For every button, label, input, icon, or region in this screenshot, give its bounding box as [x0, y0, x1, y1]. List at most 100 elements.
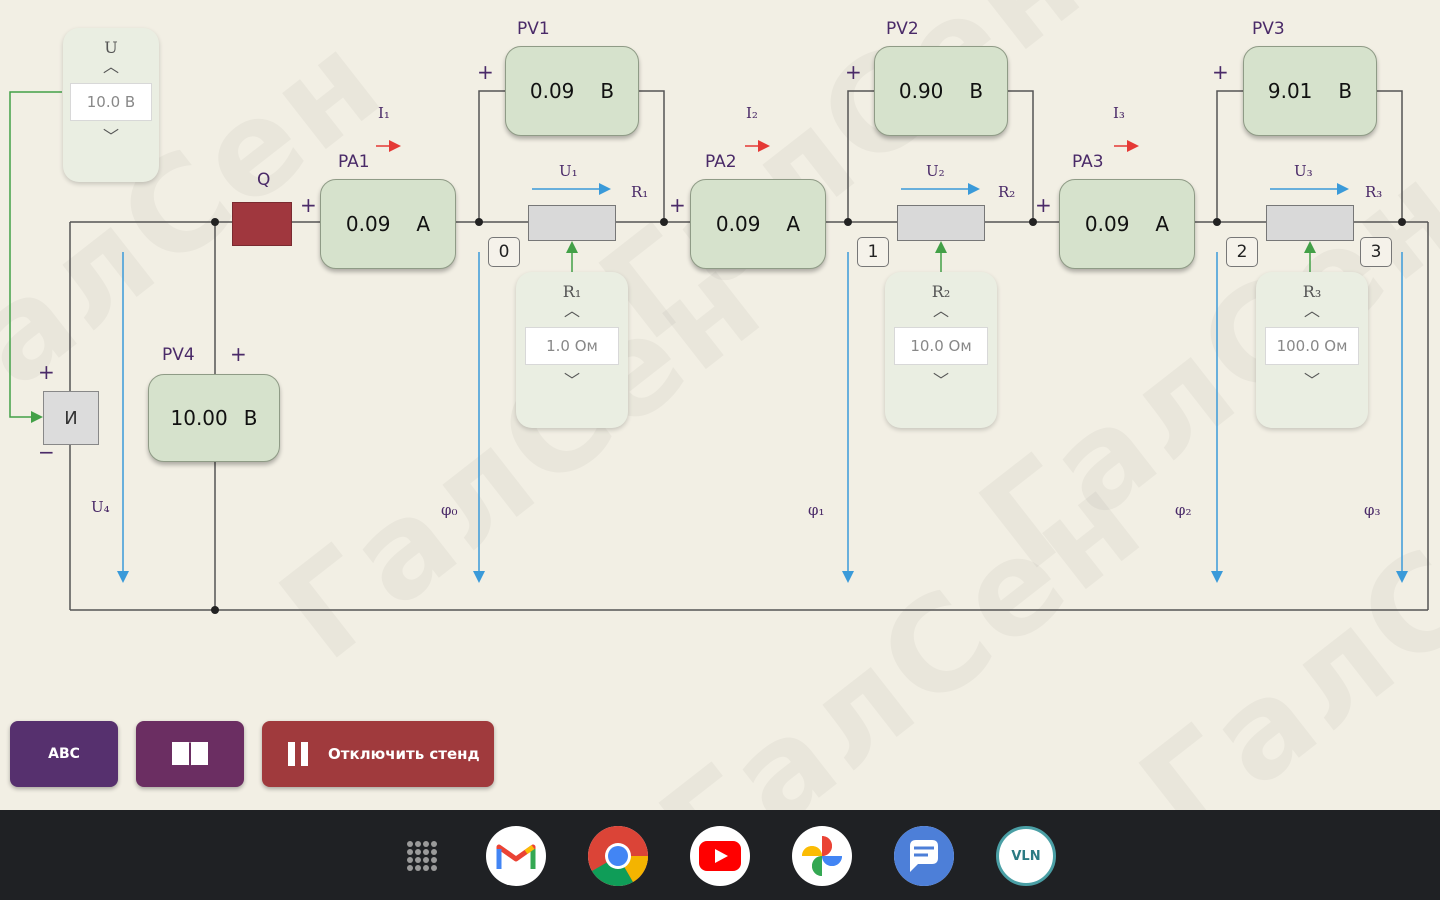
- resistor-r2-label: R₂: [998, 183, 1016, 201]
- resistor-r2: [897, 205, 985, 241]
- ammeter-pa1: 0.09 А: [320, 179, 456, 269]
- r2-control-title: R₂: [931, 282, 951, 301]
- pa2-label: PA2: [705, 152, 737, 172]
- r1-value[interactable]: 1.0 Ом: [525, 327, 619, 365]
- disconnect-stand-label: Отключить стенд: [328, 745, 480, 763]
- resistor-r3: [1266, 205, 1354, 241]
- potential-phi0-label: φ₀: [441, 501, 458, 519]
- r2-value[interactable]: 10.0 Ом: [894, 327, 988, 365]
- vln-app[interactable]: VLN: [996, 826, 1056, 886]
- photos-app[interactable]: [792, 826, 852, 886]
- voltage-u1-label: U₁: [559, 162, 578, 180]
- pv4-label: PV4: [162, 345, 195, 365]
- voltmeter-pv2: 0.90 В: [874, 46, 1008, 136]
- potential-phi1-label: φ₁: [808, 501, 825, 519]
- r1-control-title: R₁: [562, 282, 582, 301]
- source-voltage-value[interactable]: 10.0 В: [70, 83, 152, 121]
- pa3-label: PA3: [1072, 152, 1104, 172]
- pv3-plus-sign: +: [1212, 60, 1229, 84]
- chevron-down-icon[interactable]: ﹀: [564, 371, 580, 391]
- pv4-value: 10.00: [170, 406, 228, 430]
- voltmeter-pv3: 9.01 В: [1243, 46, 1377, 136]
- youtube-icon: [699, 841, 741, 871]
- chevron-down-icon[interactable]: ﹀: [103, 127, 119, 147]
- potential-phi3-label: φ₃: [1364, 501, 1381, 519]
- youtube-app[interactable]: [690, 826, 750, 886]
- current-i2-label: I₂: [746, 104, 758, 122]
- pa1-plus-sign: +: [300, 193, 317, 217]
- source-plus-sign: +: [38, 360, 55, 384]
- photos-icon: [802, 836, 842, 876]
- r3-value[interactable]: 100.0 Ом: [1265, 327, 1359, 365]
- pv3-unit: В: [1338, 79, 1353, 103]
- pv1-label: PV1: [517, 19, 550, 39]
- potential-phi2-label: φ₂: [1175, 501, 1192, 519]
- pv4-unit: В: [243, 406, 258, 430]
- source-voltage-title: U: [104, 38, 118, 57]
- node-1: 1: [857, 237, 889, 267]
- manual-button[interactable]: [136, 721, 244, 787]
- chevron-up-icon[interactable]: ︿: [564, 301, 580, 321]
- disconnect-stand-button[interactable]: Отключить стенд: [262, 721, 494, 787]
- r1-control: R₁ ︿ 1.0 Ом ﹀: [516, 272, 628, 428]
- pa2-value: 0.09: [715, 212, 761, 236]
- pa2-plus-sign: +: [669, 193, 686, 217]
- u4-label: U₄: [91, 498, 110, 516]
- messages-app[interactable]: [894, 826, 954, 886]
- voltmeter-pv4: 10.00 В: [148, 374, 280, 462]
- pv2-unit: В: [969, 79, 984, 103]
- node-3: 3: [1360, 237, 1392, 267]
- vln-icon: VLN: [1011, 848, 1041, 864]
- chevron-up-icon[interactable]: ︿: [1304, 301, 1320, 321]
- chevron-up-icon[interactable]: ︿: [103, 57, 119, 77]
- launcher-grid-icon[interactable]: [405, 839, 439, 873]
- pa3-unit: А: [1155, 212, 1170, 236]
- pa1-label: PA1: [338, 152, 370, 172]
- abc-button[interactable]: АВС: [10, 721, 118, 787]
- resistor-r1: [528, 205, 616, 241]
- messages-icon: [894, 826, 954, 886]
- gmail-icon: [496, 844, 536, 869]
- ammeter-pa2: 0.09 А: [690, 179, 826, 269]
- switch-label: Q: [257, 170, 271, 190]
- voltage-u2-label: U₂: [926, 162, 945, 180]
- chrome-app[interactable]: [588, 826, 648, 886]
- r3-control: R₃ ︿ 100.0 Ом ﹀: [1256, 272, 1368, 428]
- pv3-label: PV3: [1252, 19, 1285, 39]
- resistor-r3-label: R₃: [1365, 183, 1383, 201]
- pa2-unit: А: [786, 212, 801, 236]
- voltage-u3-label: U₃: [1294, 162, 1313, 180]
- ammeter-pa3: 0.09 А: [1059, 179, 1195, 269]
- chrome-icon: [588, 826, 648, 886]
- pv4-plus-sign: +: [230, 342, 247, 366]
- current-i3-label: I₃: [1113, 104, 1125, 122]
- gmail-app[interactable]: [486, 826, 546, 886]
- resistor-r1-label: R₁: [631, 183, 649, 201]
- pv2-value: 0.90: [898, 79, 944, 103]
- pv1-unit: В: [600, 79, 615, 103]
- node-0: 0: [488, 237, 520, 267]
- r3-control-title: R₃: [1302, 282, 1322, 301]
- pv2-label: PV2: [886, 19, 919, 39]
- voltmeter-pv1: 0.09 В: [505, 46, 639, 136]
- node-2: 2: [1226, 237, 1258, 267]
- source-voltage-control: U ︿ 10.0 В ﹀: [63, 28, 159, 182]
- r2-control: R₂ ︿ 10.0 Ом ﹀: [885, 272, 997, 428]
- pause-icon: [288, 742, 308, 766]
- source-minus-sign: −: [38, 440, 55, 464]
- switch-q[interactable]: [232, 202, 292, 246]
- pv2-plus-sign: +: [845, 60, 862, 84]
- chevron-down-icon[interactable]: ﹀: [1304, 371, 1320, 391]
- chevron-up-icon[interactable]: ︿: [933, 301, 949, 321]
- voltage-source: И: [43, 391, 99, 445]
- pv1-value: 0.09: [529, 79, 575, 103]
- book-icon: [172, 742, 208, 767]
- chevron-down-icon[interactable]: ﹀: [933, 371, 949, 391]
- pa3-plus-sign: +: [1035, 193, 1052, 217]
- pv1-plus-sign: +: [477, 60, 494, 84]
- pv3-value: 9.01: [1267, 79, 1313, 103]
- pa1-unit: А: [416, 212, 431, 236]
- pa3-value: 0.09: [1084, 212, 1130, 236]
- pa1-value: 0.09: [345, 212, 391, 236]
- current-i1-label: I₁: [378, 104, 390, 122]
